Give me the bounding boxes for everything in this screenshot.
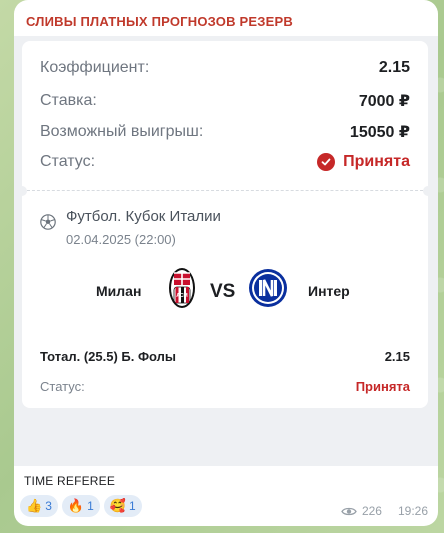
inter-logo-icon — [249, 269, 287, 307]
ticket-notch-right — [423, 186, 433, 196]
message-time: 19:26 — [397, 504, 428, 518]
stake-row: Ставка: 7000 ₽ — [40, 91, 410, 111]
away-team: Интер — [308, 283, 350, 299]
reaction-count: 1 — [128, 499, 136, 513]
message-meta: 226 19:26 — [341, 504, 428, 518]
payout-row: Возможный выигрыш: 15050 ₽ — [40, 122, 410, 142]
reaction-count: 1 — [87, 499, 94, 513]
fire-icon: 🔥 — [67, 498, 85, 514]
event-date: 02.04.2025 (22:00) — [66, 232, 176, 247]
bet-status-label: Статус: — [40, 379, 85, 394]
bet-status-value: Принята — [355, 379, 410, 394]
status-text: Принята — [343, 153, 410, 170]
view-count: 226 — [361, 504, 382, 518]
message-caption: TIME REFEREE — [24, 474, 116, 488]
bet-market: Тотал. (25.5) Б. Фолы — [40, 349, 177, 364]
bet-ticket: Коэффициент: 2.15 Ставка: 7000 ₽ Возможн… — [17, 41, 433, 408]
reaction-fire[interactable]: 🔥 1 — [61, 495, 100, 517]
reaction-hearts-face[interactable]: 🥰 1 — [103, 495, 142, 517]
payout-label: Возможный выигрыш: — [40, 123, 204, 140]
stake-value: 7000 ₽ — [358, 93, 410, 110]
bet-odds: 2.15 — [384, 349, 410, 364]
thumbs-up-icon: 👍 — [26, 498, 43, 514]
ac-milan-logo-icon: ACM — [169, 268, 195, 308]
payout-value: 15050 ₽ — [349, 124, 410, 141]
odds-row: Коэффициент: 2.15 — [40, 59, 410, 77]
check-circle-icon — [317, 153, 336, 171]
stake-label: Ставка: — [40, 92, 97, 109]
status-value: Принята — [317, 153, 410, 171]
message-bubble[interactable]: СЛИВЫ ПЛАТНЫХ ПРОГНОЗОВ РЕЗЕРВ Коэффицие… — [14, 0, 438, 526]
odds-label: Коэффициент: — [40, 59, 150, 76]
reaction-count: 3 — [45, 499, 52, 513]
hearts-face-icon: 🥰 — [109, 498, 126, 514]
bet-slip-image[interactable]: Коэффициент: 2.15 Ставка: 7000 ₽ Возможн… — [14, 36, 438, 466]
ticket-notch-left — [17, 186, 27, 196]
versus-label: VS — [210, 281, 236, 302]
home-team: Милан — [96, 283, 142, 299]
eye-icon — [341, 507, 357, 515]
channel-name[interactable]: СЛИВЫ ПЛАТНЫХ ПРОГНОЗОВ РЕЗЕРВ — [26, 14, 293, 29]
reactions-bar: 👍 3 🔥 1 🥰 1 — [20, 495, 142, 517]
event-details: Футбол. Кубок Италии 02.04.2025 (22:00) … — [17, 186, 433, 408]
league-name: Футбол. Кубок Италии — [66, 208, 221, 225]
football-icon — [40, 214, 56, 230]
ticket-summary: Коэффициент: 2.15 Ставка: 7000 ₽ Возможн… — [22, 41, 428, 190]
status-row: Статус: Принята — [40, 153, 410, 171]
status-label: Статус: — [40, 153, 96, 170]
odds-value: 2.15 — [378, 59, 410, 76]
svg-text:ACM: ACM — [176, 293, 187, 299]
reaction-thumbs-up[interactable]: 👍 3 — [20, 495, 58, 517]
